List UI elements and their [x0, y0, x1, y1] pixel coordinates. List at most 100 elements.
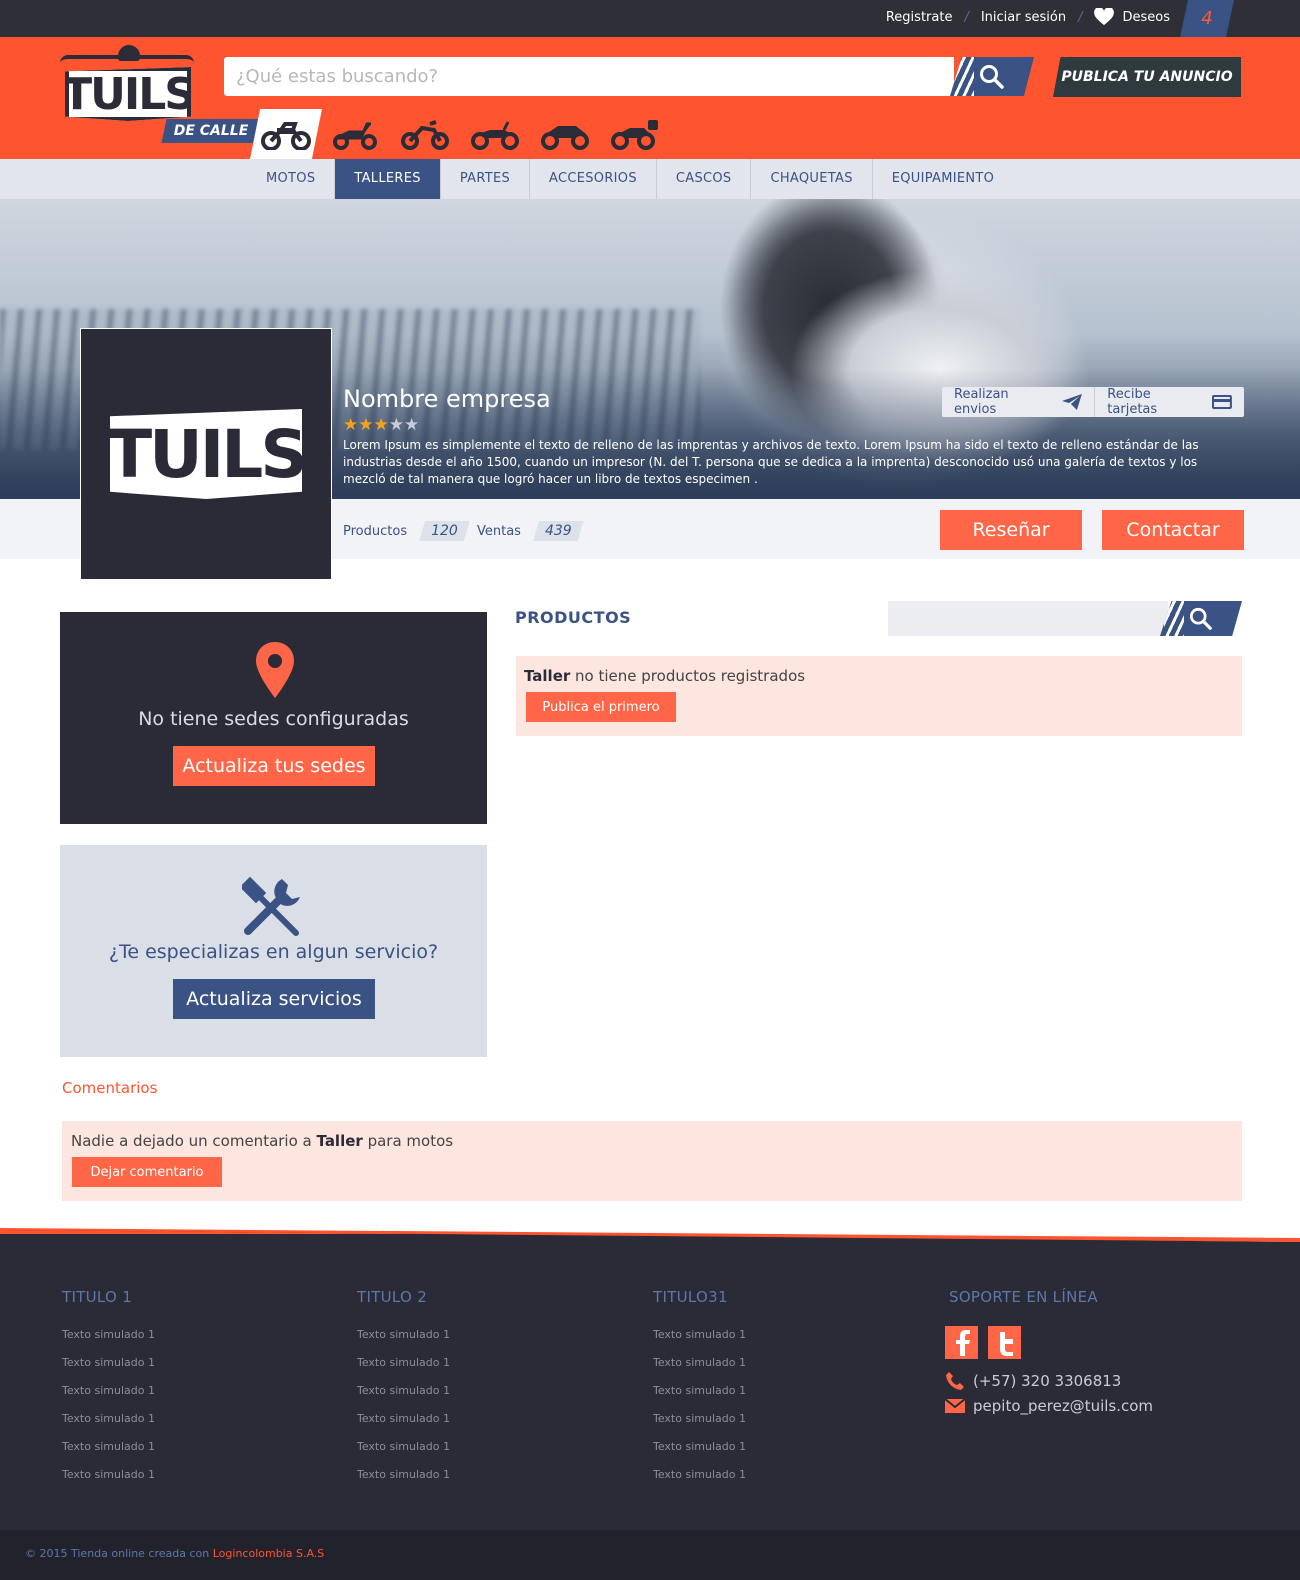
products-search-input[interactable] — [888, 601, 1168, 636]
footer-support: SOPORTE EN LÍNEA — [949, 1288, 1098, 1328]
footer-link[interactable]: Texto simulado 1 — [653, 1468, 746, 1496]
search-box — [224, 57, 954, 96]
nav-item-motos[interactable]: MOTOS — [247, 159, 336, 199]
footer-link[interactable]: Texto simulado 1 — [357, 1328, 450, 1356]
footer-column-2: TITULO 2 Texto simulado 1 Texto simulado… — [357, 1288, 450, 1496]
separator: / — [964, 9, 969, 25]
search-button[interactable] — [950, 57, 1034, 96]
nav-item-accesorios[interactable]: ACCESORIOS — [530, 159, 657, 199]
nav-item-equipamiento[interactable]: EQUIPAMIENTO — [873, 159, 1013, 199]
publish-ad-button[interactable]: PUBLICA TU ANUNCIO — [1053, 57, 1241, 97]
footer-link[interactable]: Texto simulado 1 — [653, 1384, 746, 1412]
update-locations-button[interactable]: Actualiza tus sedes — [173, 746, 375, 786]
contact-button[interactable]: Contactar — [1102, 510, 1244, 550]
support-phone-text: (+57) 320 3306813 — [973, 1372, 1122, 1390]
search-stripes — [954, 57, 974, 96]
footer-link[interactable]: Texto simulado 1 — [62, 1412, 155, 1440]
publish-first-button[interactable]: Publica el primero — [526, 692, 676, 722]
facebook-button[interactable] — [945, 1326, 978, 1359]
footer-link[interactable]: Texto simulado 1 — [357, 1468, 450, 1496]
products-title: PRODUCTOS — [515, 608, 632, 627]
company-name: Nombre empresa — [343, 385, 551, 413]
category-scooter[interactable] — [328, 117, 382, 151]
tools-icon — [242, 876, 300, 936]
footer-link[interactable]: Texto simulado 1 — [653, 1412, 746, 1440]
company-logo: TUILS — [80, 328, 332, 580]
heart-icon — [1094, 8, 1115, 26]
nav-item-cascos[interactable]: CASCOS — [657, 159, 752, 199]
star-empty-icon: ★ — [388, 415, 404, 435]
twitter-button[interactable] — [988, 1326, 1021, 1359]
sales-stat-count: 439 — [532, 521, 584, 541]
header: TUILS PUBLICA TU ANUNCIO DE CALLE — [0, 37, 1300, 159]
support-phone[interactable]: (+57) 320 3306813 — [945, 1371, 1121, 1391]
footer-link[interactable]: Texto simulado 1 — [62, 1328, 155, 1356]
facebook-icon — [955, 1329, 970, 1356]
rating-stars: ★★★★★ — [343, 415, 419, 435]
nav-item-partes[interactable]: PARTES — [441, 159, 531, 199]
footer-link[interactable]: Texto simulado 1 — [62, 1384, 155, 1412]
nav-item-chaquetas[interactable]: CHAQUETAS — [751, 159, 873, 199]
copyright-bar: © 2015 Tienda online creada con Logincol… — [0, 1530, 1300, 1580]
comments-title: Comentarios — [62, 1079, 158, 1097]
support-email-text: pepito_perez@tuils.com — [973, 1397, 1154, 1415]
touring-bike-icon — [611, 120, 658, 150]
footer-link[interactable]: Texto simulado 1 — [653, 1440, 746, 1468]
shipping-label: Realizan envios — [954, 387, 1009, 417]
category-cruiser[interactable] — [468, 117, 522, 151]
shipping-badge: Realizan envios — [942, 387, 1094, 417]
footer-column-1: TITULO 1 Texto simulado 1 Texto simulado… — [62, 1288, 155, 1496]
category-touring[interactable] — [608, 117, 662, 151]
paper-plane-icon — [1062, 394, 1083, 410]
products-search-button[interactable] — [1160, 601, 1242, 636]
wishlist-count-badge[interactable]: 4 — [1180, 0, 1234, 37]
update-services-button[interactable]: Actualiza servicios — [173, 979, 375, 1019]
support-email[interactable]: pepito_perez@tuils.com — [945, 1397, 1153, 1415]
products-stat-label: Productos — [343, 523, 408, 539]
cruiser-icon — [471, 121, 519, 150]
search-input[interactable] — [224, 57, 954, 96]
locations-title: No tiene sedes configuradas — [138, 708, 409, 730]
star-icon: ★ — [343, 415, 359, 435]
footer-link[interactable]: Texto simulado 1 — [357, 1384, 450, 1412]
category-motocross[interactable] — [398, 117, 452, 151]
footer-link[interactable]: Texto simulado 1 — [357, 1440, 450, 1468]
company-badges: Realizan envios Recibe tarjetas — [942, 387, 1244, 417]
footer-link[interactable]: Texto simulado 1 — [653, 1356, 746, 1384]
login-link[interactable]: Iniciar sesión — [981, 10, 1066, 25]
category-sport[interactable] — [538, 117, 592, 151]
category-label: DE CALLE — [161, 119, 261, 143]
logo-helmet-icon — [118, 45, 140, 61]
copyright-link[interactable]: Logincolombia S.A.S — [213, 1547, 325, 1560]
company-description: Lorem Ipsum es simplemente el texto de r… — [343, 438, 1199, 486]
copyright-text: © 2015 Tienda online creada con Logincol… — [25, 1547, 325, 1560]
search-icon — [980, 64, 1004, 89]
sales-stat: Ventas 439 — [477, 521, 584, 541]
star-icon: ★ — [358, 415, 374, 435]
footer-link[interactable]: Texto simulado 1 — [62, 1468, 155, 1496]
category-dirt-bike[interactable] — [250, 109, 322, 159]
footer-link[interactable]: Texto simulado 1 — [62, 1356, 155, 1384]
category-bar: DE CALLE — [160, 109, 680, 159]
wishlist-link[interactable]: Deseos — [1094, 8, 1170, 26]
main-nav: MOTOS TALLERES PARTES ACCESORIOS CASCOS … — [0, 159, 1300, 199]
footer-link[interactable]: Texto simulado 1 — [62, 1440, 155, 1468]
nav-item-talleres[interactable]: TALLERES — [335, 159, 441, 199]
review-button[interactable]: Reseñar — [940, 510, 1082, 550]
wishlist-label: Deseos — [1122, 9, 1170, 25]
motocross-icon — [401, 120, 449, 150]
products-stat: Productos 120 — [343, 521, 470, 541]
footer-link[interactable]: Texto simulado 1 — [357, 1356, 450, 1384]
services-card: ¿Te especializas en algun servicio? Actu… — [60, 845, 487, 1057]
footer-link[interactable]: Texto simulado 1 — [357, 1412, 450, 1440]
scooter-icon — [333, 122, 377, 150]
account-links: Registrate / Iniciar sesión / Deseos — [886, 8, 1170, 26]
separator: / — [1078, 9, 1083, 25]
leave-comment-button[interactable]: Dejar comentario — [72, 1157, 222, 1187]
services-title: ¿Te especializas en algun servicio? — [108, 941, 439, 963]
top-bar: Registrate / Iniciar sesión / Deseos 4 — [0, 0, 1300, 37]
search-icon — [1189, 607, 1212, 630]
register-link[interactable]: Registrate — [886, 10, 953, 25]
comments-empty-message: Nadie a dejado un comentario a Taller pa… — [71, 1132, 454, 1150]
footer-link[interactable]: Texto simulado 1 — [653, 1328, 746, 1356]
